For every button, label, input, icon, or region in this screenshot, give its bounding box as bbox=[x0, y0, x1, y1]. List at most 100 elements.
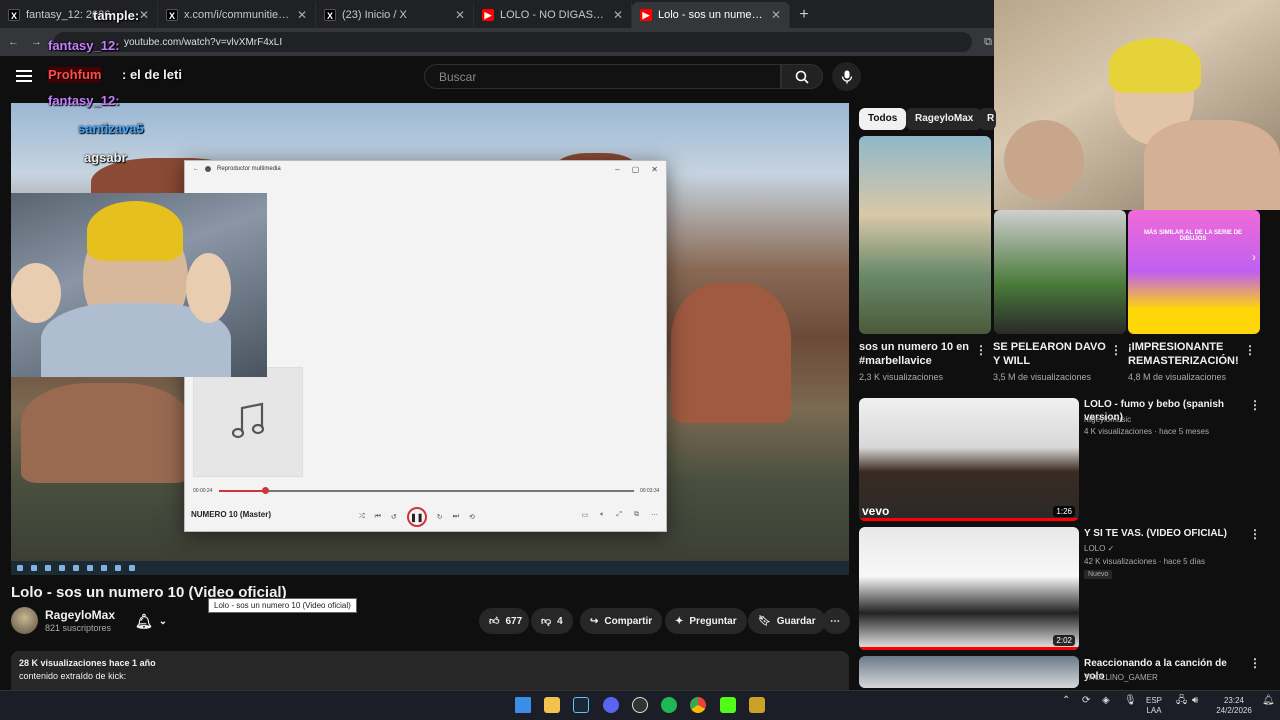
search-button[interactable] bbox=[781, 64, 823, 89]
channel-name[interactable]: RageyloMax bbox=[45, 608, 115, 622]
chat-username: fantasy_12: bbox=[48, 38, 120, 53]
pause-button[interactable]: ❚❚ bbox=[406, 507, 427, 527]
browser-tab[interactable]: ▶LOLO - NO DIGAS MÁS (hosted✕ bbox=[474, 2, 632, 28]
microphone-icon[interactable]: 🎙︎ bbox=[1124, 696, 1137, 706]
close-icon[interactable]: ✕ bbox=[613, 8, 623, 22]
like-button[interactable]: 👍︎ 677 bbox=[479, 608, 529, 634]
sync-icon[interactable]: ⟳ bbox=[1082, 696, 1090, 706]
url-field[interactable]: youtube.com/watch?v=vlvXMrF4xLI bbox=[54, 32, 973, 52]
seek-bar-thumb[interactable] bbox=[261, 487, 269, 494]
vevo-logo: vevo bbox=[862, 504, 890, 518]
chip-related[interactable]: R bbox=[979, 108, 996, 130]
fullscreen-icon[interactable]: ⤢ bbox=[616, 511, 622, 519]
more-vert-icon[interactable]: ⋮ bbox=[1249, 527, 1261, 541]
close-icon[interactable]: ✕ bbox=[297, 8, 307, 22]
chevron-up-icon[interactable]: ⌃ bbox=[1062, 696, 1070, 706]
chat-username: fantasy_12: bbox=[48, 93, 120, 108]
back-icon[interactable]: ← bbox=[8, 36, 19, 48]
fast-forward-icon[interactable]: ↻ bbox=[437, 513, 443, 521]
subscriber-count: 821 suscriptores bbox=[45, 623, 112, 633]
video-thumbnail[interactable] bbox=[859, 656, 1079, 688]
maximize-icon[interactable]: ▢ bbox=[632, 165, 640, 174]
channel-name[interactable]: rageylomusic bbox=[1084, 414, 1131, 425]
more-icon[interactable]: ⋯ bbox=[651, 511, 658, 519]
clock[interactable]: 23:24 24/2/2026 bbox=[1212, 696, 1256, 716]
verified-icon: ✓ bbox=[1107, 544, 1115, 553]
notifications-icon[interactable]: 🔔︎ bbox=[1262, 696, 1275, 706]
seek-bar[interactable] bbox=[219, 487, 634, 494]
windows-start-icon[interactable] bbox=[515, 697, 531, 713]
miniplayer-icon[interactable]: ▭ bbox=[582, 511, 589, 519]
more-vert-icon[interactable]: ⋮ bbox=[1249, 656, 1261, 670]
volume-icon[interactable]: 🔈︎ bbox=[600, 511, 604, 519]
save-button[interactable]: 🔖︎ Guardar bbox=[748, 608, 826, 634]
spotify-icon[interactable] bbox=[661, 697, 677, 713]
channel-avatar[interactable] bbox=[11, 607, 38, 634]
repeat-icon[interactable]: ⟲ bbox=[469, 513, 475, 521]
more-actions-button[interactable]: ⋯ bbox=[822, 608, 850, 634]
youtube-logo-icon: ▶ bbox=[482, 9, 494, 21]
rewind-icon[interactable]: ↺ bbox=[391, 513, 397, 521]
short-thumbnail[interactable]: MÁS SIMILAR AL DE LA SERIE DE DIBUJOS WH… bbox=[1128, 210, 1260, 334]
short-title[interactable]: ¡IMPRESIONANTE REMASTERIZACIÓN! bbox=[1128, 340, 1248, 368]
close-icon[interactable]: ✕ bbox=[651, 165, 658, 174]
notification-bell-button[interactable]: 🔔︎ ⌄ bbox=[125, 608, 177, 634]
chrome-icon[interactable] bbox=[690, 697, 706, 713]
video-thumbnail[interactable]: 2:02 bbox=[859, 527, 1079, 650]
chip-channel[interactable]: RageyloMax bbox=[906, 108, 983, 130]
short-title[interactable]: sos un numero 10 en #marbellavice bbox=[859, 340, 979, 368]
search-input[interactable]: Buscar bbox=[424, 64, 781, 89]
github-icon[interactable] bbox=[632, 697, 648, 713]
short-title[interactable]: SE PELEARON DAVO Y WILL bbox=[993, 340, 1113, 368]
steam-icon[interactable] bbox=[573, 697, 589, 713]
discord-icon[interactable] bbox=[603, 697, 619, 713]
app-icon[interactable] bbox=[749, 697, 765, 713]
short-thumbnail[interactable] bbox=[994, 210, 1126, 334]
more-vert-icon[interactable]: ⋮ bbox=[975, 343, 987, 357]
browser-tab-active[interactable]: ▶Lolo - sos un numero 10 (Video✕ bbox=[632, 2, 790, 28]
minimize-icon[interactable]: – bbox=[615, 165, 619, 174]
channel-name[interactable]: TROLLINO_GAMER bbox=[1084, 672, 1158, 683]
more-vert-icon[interactable]: ⋮ bbox=[1244, 343, 1256, 357]
chevron-right-icon[interactable]: › bbox=[1252, 250, 1256, 264]
track-title: NUMERO 10 (Master) bbox=[191, 510, 272, 519]
close-icon[interactable]: ✕ bbox=[455, 8, 465, 22]
elapsed-time: 00:00:24 bbox=[193, 488, 213, 494]
chip-all[interactable]: Todos bbox=[859, 108, 907, 130]
youtube-logo-icon: ▶ bbox=[640, 9, 652, 21]
menu-icon[interactable] bbox=[16, 70, 32, 82]
x-logo-icon: X bbox=[166, 9, 178, 21]
more-vert-icon[interactable]: ⋮ bbox=[1249, 398, 1261, 412]
file-explorer-icon[interactable] bbox=[544, 697, 560, 713]
more-vert-icon[interactable]: ⋮ bbox=[1110, 343, 1122, 357]
player-extra-controls: ▭ 🔈︎ ⤢ ⧉ ⋯ bbox=[582, 511, 658, 519]
watch-progress bbox=[859, 518, 1079, 521]
share-button[interactable]: ↪ Compartir bbox=[580, 608, 663, 634]
network-icon[interactable]: 🖧︎ bbox=[1176, 696, 1187, 706]
forward-icon[interactable]: → bbox=[31, 36, 42, 48]
browser-tab[interactable]: Xx.com/i/communities/1851039✕ bbox=[158, 2, 316, 28]
security-icon[interactable]: ◈ bbox=[1102, 696, 1110, 706]
shuffle-icon[interactable]: ⤮ bbox=[359, 513, 365, 521]
close-icon[interactable]: ✕ bbox=[771, 8, 781, 22]
seek-bar-fill bbox=[219, 490, 265, 492]
volume-icon[interactable]: 🔊︎ bbox=[1192, 696, 1198, 706]
kick-icon[interactable] bbox=[720, 697, 736, 713]
dislike-button[interactable]: 👎︎ 4 bbox=[531, 608, 573, 634]
new-tab-button[interactable]: + bbox=[790, 2, 818, 28]
back-icon[interactable]: ← bbox=[193, 166, 199, 172]
install-app-icon[interactable]: ⧉ bbox=[984, 36, 992, 49]
ask-button[interactable]: ✦ Preguntar bbox=[665, 608, 747, 634]
previous-icon[interactable]: ⏮ bbox=[375, 513, 381, 521]
video-title[interactable]: Y SI TE VAS. (VIDEO OFICIAL) bbox=[1084, 527, 1244, 540]
voice-search-button[interactable] bbox=[832, 62, 861, 91]
video-thumbnail[interactable]: vevo 1:26 bbox=[859, 398, 1079, 521]
channel-name[interactable]: LOLO ✓ bbox=[1084, 543, 1114, 554]
browser-tab[interactable]: X (23) Inicio / X ✕ bbox=[316, 2, 474, 28]
language-indicator[interactable]: ESP LAA bbox=[1146, 696, 1162, 716]
short-thumbnail[interactable] bbox=[859, 136, 991, 334]
music-note-icon bbox=[231, 402, 265, 439]
next-icon[interactable]: ⏭ bbox=[453, 513, 459, 521]
close-icon[interactable]: ✕ bbox=[139, 8, 149, 22]
cast-icon[interactable]: ⧉ bbox=[634, 511, 639, 519]
